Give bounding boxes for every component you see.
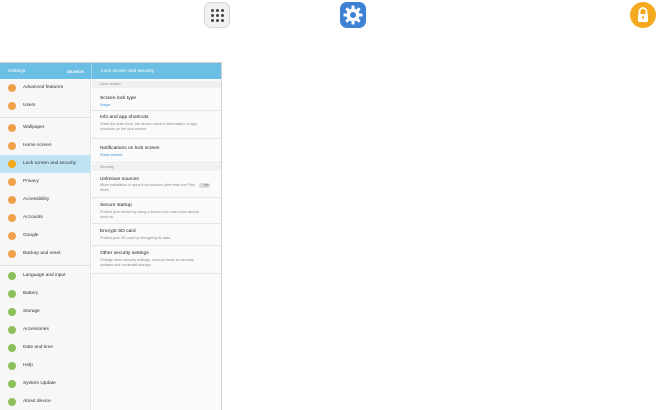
apps-icon — [204, 2, 230, 28]
setting-description: Show the dual clock, the device owner's … — [100, 122, 198, 131]
setting-title: Secure startup — [100, 203, 132, 208]
wallpaper-icon — [8, 124, 16, 132]
app-bar: Settings SEARCH Lock screen and security — [0, 63, 221, 79]
sidebar-item-accessibility[interactable]: Accessibility — [0, 191, 91, 209]
page-title: Lock screen and security — [101, 69, 155, 74]
setting-title: Other security settings — [100, 251, 149, 256]
sidebar-item-label: Help — [23, 363, 33, 368]
google-icon — [8, 232, 16, 240]
setting-title: Unknown sources — [100, 177, 139, 182]
sidebar-item-language-and-input[interactable]: Language and input — [0, 267, 91, 285]
sidebar-item-backup-and-reset[interactable]: Backup and reset — [0, 245, 91, 263]
section-header-lock-screen: Lock screen — [92, 81, 221, 88]
setting-secure-startup[interactable]: Secure startup Protect your device by us… — [92, 198, 221, 224]
sidebar-item-wallpaper[interactable]: Wallpaper — [0, 119, 91, 137]
setting-encrypt-sd-card[interactable]: Encrypt SD card Protect your SD card by … — [92, 224, 221, 246]
settings-sidebar: Advanced features Users Wallpaper Home s… — [0, 79, 91, 410]
sidebar-item-label: Accessibility — [23, 197, 50, 202]
sidebar-item-label: Wallpaper — [23, 125, 45, 130]
sidebar-item-about-device[interactable]: About device — [0, 393, 91, 410]
advanced-features-icon — [8, 84, 16, 92]
lock-icon — [8, 160, 16, 168]
help-icon — [8, 362, 16, 370]
app-bar-divider — [91, 63, 92, 79]
home-screen-icon — [8, 142, 16, 150]
setting-other-security-settings[interactable]: Other security settings Change other sec… — [92, 246, 221, 274]
battery-icon — [8, 290, 16, 298]
storage-icon — [8, 308, 16, 316]
sidebar-item-label: Accessories — [23, 327, 49, 332]
setting-title: Encrypt SD card — [100, 229, 136, 234]
sidebar-item-label: Storage — [23, 309, 40, 314]
sidebar-item-google[interactable]: Google — [0, 227, 91, 245]
accounts-icon — [8, 214, 16, 222]
sidebar-divider — [0, 117, 91, 118]
sidebar-item-system-update[interactable]: System Update — [0, 375, 91, 393]
language-icon — [8, 272, 16, 280]
sidebar-item-label: Accounts — [23, 215, 43, 220]
setting-description: Allow installation of apps from sources … — [100, 183, 195, 192]
search-button[interactable]: SEARCH — [67, 69, 84, 74]
setting-title: Notifications on lock screen — [100, 146, 160, 151]
sidebar-item-label: Home screen — [23, 143, 52, 148]
users-icon — [8, 102, 16, 110]
backup-icon — [8, 250, 16, 258]
setting-title: Screen lock type — [100, 96, 137, 101]
sidebar-item-help[interactable]: Help — [0, 357, 91, 375]
tablet-screen: Settings SEARCH Lock screen and security… — [0, 62, 222, 410]
sidebar-item-label: Date and time — [23, 345, 53, 350]
sidebar-item-label: Advanced features — [23, 85, 64, 90]
setting-info-and-app-shortcuts[interactable]: Info and app shortcuts Show the dual clo… — [92, 111, 221, 139]
setting-screen-lock-type[interactable]: Screen lock type Swipe — [92, 89, 221, 111]
lock-icon — [630, 2, 656, 28]
section-header-security: Security — [92, 164, 221, 171]
setting-description: Protect your SD card by encrypting its d… — [100, 236, 172, 240]
sidebar-divider — [0, 265, 91, 266]
about-device-icon — [8, 398, 16, 406]
setting-value: Swipe — [100, 103, 111, 107]
sidebar-item-label: Lock screen and security — [23, 161, 77, 166]
system-update-icon — [8, 380, 16, 388]
accessories-icon — [8, 326, 16, 334]
sidebar-item-battery[interactable]: Battery — [0, 285, 91, 303]
setting-description: Protect your device by using a screen lo… — [100, 210, 199, 219]
setting-value: Show content — [100, 153, 123, 157]
sidebar-item-label: System Update — [23, 381, 56, 386]
sidebar-item-label: Battery — [23, 291, 39, 296]
date-time-icon — [8, 344, 16, 352]
sidebar-item-lock-screen-and-security[interactable]: Lock screen and security — [0, 155, 91, 173]
setting-notifications-on-lock-screen[interactable]: Notifications on lock screen Show conten… — [92, 139, 221, 163]
sidebar-item-label: Users — [23, 103, 36, 108]
sidebar-item-label: Google — [23, 233, 39, 238]
unknown-sources-toggle[interactable]: OFF — [199, 183, 210, 188]
detail-pane: Lock screen Screen lock type Swipe Info … — [92, 79, 221, 410]
sidebar-item-accessories[interactable]: Accessories — [0, 321, 91, 339]
sidebar-item-date-and-time[interactable]: Date and time — [0, 339, 91, 357]
app-bar-title: Settings — [8, 69, 26, 74]
sidebar-item-label: Privacy — [23, 179, 39, 184]
sidebar-item-privacy[interactable]: Privacy — [0, 173, 91, 191]
setting-unknown-sources[interactable]: Unknown sources Allow installation of ap… — [92, 172, 221, 198]
settings-gear-icon — [340, 2, 366, 28]
sidebar-item-label: Language and input — [23, 273, 66, 278]
sidebar-item-storage[interactable]: Storage — [0, 303, 91, 321]
sidebar-item-advanced-features[interactable]: Advanced features — [0, 79, 91, 97]
accessibility-icon — [8, 196, 16, 204]
sidebar-item-label: Backup and reset — [23, 251, 61, 256]
sidebar-item-accounts[interactable]: Accounts — [0, 209, 91, 227]
setting-title: Info and app shortcuts — [100, 115, 149, 120]
sidebar-item-label: About device — [23, 399, 51, 404]
sidebar-item-users[interactable]: Users — [0, 97, 91, 115]
privacy-icon — [8, 178, 16, 186]
sidebar-item-home-screen[interactable]: Home screen — [0, 137, 91, 155]
setting-description: Change other security settings, such as … — [100, 258, 194, 267]
